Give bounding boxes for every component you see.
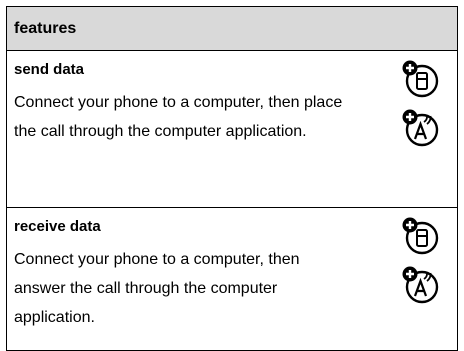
features-table: features send data Connect your phone to… (6, 6, 458, 351)
phone-menu-icon (402, 217, 439, 255)
voice-command-icon (402, 109, 439, 147)
feature-title: send data (14, 61, 85, 78)
feature-row-send-data: send data Connect your phone to a comput… (7, 50, 457, 207)
phone-menu-icon (402, 60, 439, 98)
feature-row-receive-data: receive data Connect your phone to a com… (7, 207, 457, 350)
voice-command-icon (402, 266, 439, 304)
feature-icons (401, 59, 445, 157)
feature-description: Connect your phone to a computer, then a… (14, 251, 300, 326)
table-header-title: features (14, 19, 77, 37)
feature-description: Connect your phone to a computer, then p… (14, 94, 343, 140)
table-header: features (7, 6, 457, 50)
feature-title: receive data (14, 218, 101, 235)
feature-icons (401, 216, 445, 314)
